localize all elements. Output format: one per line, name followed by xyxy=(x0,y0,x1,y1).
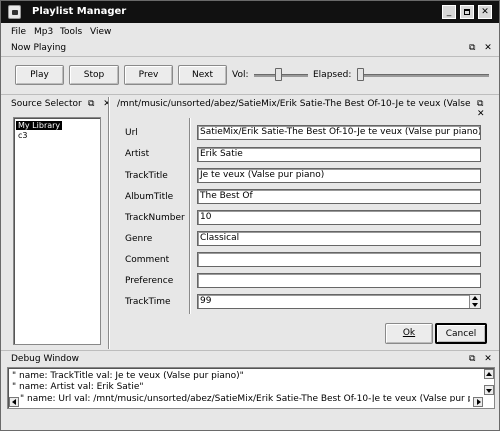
menu-tools[interactable]: Tools xyxy=(60,27,82,37)
vol-label: Vol: xyxy=(232,70,249,80)
field-label-comment: Comment xyxy=(125,255,170,265)
source-item-c3[interactable]: c3 xyxy=(16,131,30,140)
menu-file[interactable]: File xyxy=(11,27,26,37)
ok-button[interactable]: Ok xyxy=(385,323,433,344)
minimize-button[interactable]: _ xyxy=(442,5,456,19)
debug-dock-buttons[interactable]: ⧉ ✕ xyxy=(469,354,495,364)
cancel-button[interactable]: Cancel xyxy=(435,323,487,344)
splitter[interactable] xyxy=(108,97,110,349)
now-playing-title: Now Playing xyxy=(11,43,67,53)
tracknumber-field[interactable]: 10 xyxy=(197,210,481,225)
menu-mp3[interactable]: Mp3 xyxy=(34,27,53,37)
debug-window-title: Debug Window xyxy=(11,354,79,364)
arrow-up-icon xyxy=(486,372,492,376)
tracktitle-field[interactable]: Je te veux (Valse pur piano) xyxy=(197,168,481,183)
arrow-right-icon xyxy=(477,399,481,405)
url-field[interactable]: SatieMix/Erik Satie-The Best Of-10-Je te… xyxy=(197,125,481,140)
scroll-left-button[interactable] xyxy=(9,397,19,407)
close-button[interactable]: ✕ xyxy=(478,5,492,19)
tracktime-value: 99 xyxy=(200,296,212,306)
debug-line: " name: Url val: /mnt/music/unsorted/abe… xyxy=(20,394,470,402)
maximize-icon xyxy=(464,9,470,15)
spin-up-icon[interactable] xyxy=(472,296,478,300)
editor-dock-buttons[interactable]: ⧉ ✕ xyxy=(477,99,499,119)
debug-line: " name: Artist val: Erik Satie" xyxy=(12,382,144,392)
genre-field[interactable]: Classical xyxy=(197,231,481,246)
field-label-artist: Artist xyxy=(125,149,150,159)
debug-line: " name: TrackTitle val: Je te veux (Vals… xyxy=(12,371,244,381)
arrow-left-icon xyxy=(12,399,16,405)
label-divider xyxy=(189,118,191,314)
source-item-my-library[interactable]: My Library xyxy=(16,121,63,130)
next-button[interactable]: Next xyxy=(178,65,227,85)
title-bar[interactable]: Playlist Manager _ ✕ xyxy=(1,1,499,23)
divider xyxy=(1,350,499,351)
field-label-url: Url xyxy=(125,128,138,138)
field-label-preference: Preference xyxy=(125,276,174,286)
maximize-button[interactable] xyxy=(460,5,474,19)
arrow-down-icon xyxy=(486,389,492,393)
artist-field[interactable]: Erik Satie xyxy=(197,147,481,162)
prev-button[interactable]: Prev xyxy=(124,65,173,85)
tracktime-spin-buttons[interactable] xyxy=(469,295,480,308)
debug-log[interactable]: " name: TrackTitle val: Je te veux (Vals… xyxy=(7,367,495,409)
field-label-tracktitle: TrackTitle xyxy=(125,171,168,181)
scroll-up-button[interactable] xyxy=(484,369,494,379)
app-icon xyxy=(8,5,21,19)
window-title: Playlist Manager xyxy=(32,6,127,17)
tracktime-spinbox[interactable]: 99 xyxy=(197,294,481,309)
playlist-manager-window: Playlist Manager _ ✕ File Mp3 Tools View… xyxy=(0,0,500,431)
elapsed-slider[interactable] xyxy=(357,74,489,77)
file-path: /mnt/music/unsorted/abez/SatieMix/Erik S… xyxy=(117,99,473,109)
source-selector-title: Source Selector xyxy=(11,99,82,109)
divider xyxy=(1,56,499,57)
volume-slider-handle[interactable] xyxy=(275,68,282,81)
menu-view[interactable]: View xyxy=(90,27,111,37)
field-label-tracktime: TrackTime xyxy=(125,297,171,307)
now-playing-dock-buttons[interactable]: ⧉ ✕ xyxy=(469,43,495,53)
field-label-genre: Genre xyxy=(125,234,153,244)
source-list[interactable]: My Library c3 xyxy=(13,117,101,345)
stop-button[interactable]: Stop xyxy=(69,65,119,85)
divider xyxy=(1,94,499,95)
scroll-down-button[interactable] xyxy=(484,385,494,395)
play-button[interactable]: Play xyxy=(15,65,64,85)
comment-field[interactable] xyxy=(197,252,481,267)
elapsed-label: Elapsed: xyxy=(313,70,352,80)
albumtitle-field[interactable]: The Best Of xyxy=(197,189,481,204)
scroll-right-button[interactable] xyxy=(473,397,483,407)
preference-field[interactable] xyxy=(197,273,481,288)
menu-bar: File Mp3 Tools View xyxy=(1,24,499,41)
field-label-albumtitle: AlbumTitle xyxy=(125,192,174,202)
field-label-tracknumber: TrackNumber xyxy=(125,213,185,223)
elapsed-slider-handle[interactable] xyxy=(357,68,364,81)
spin-down-icon[interactable] xyxy=(472,303,478,307)
